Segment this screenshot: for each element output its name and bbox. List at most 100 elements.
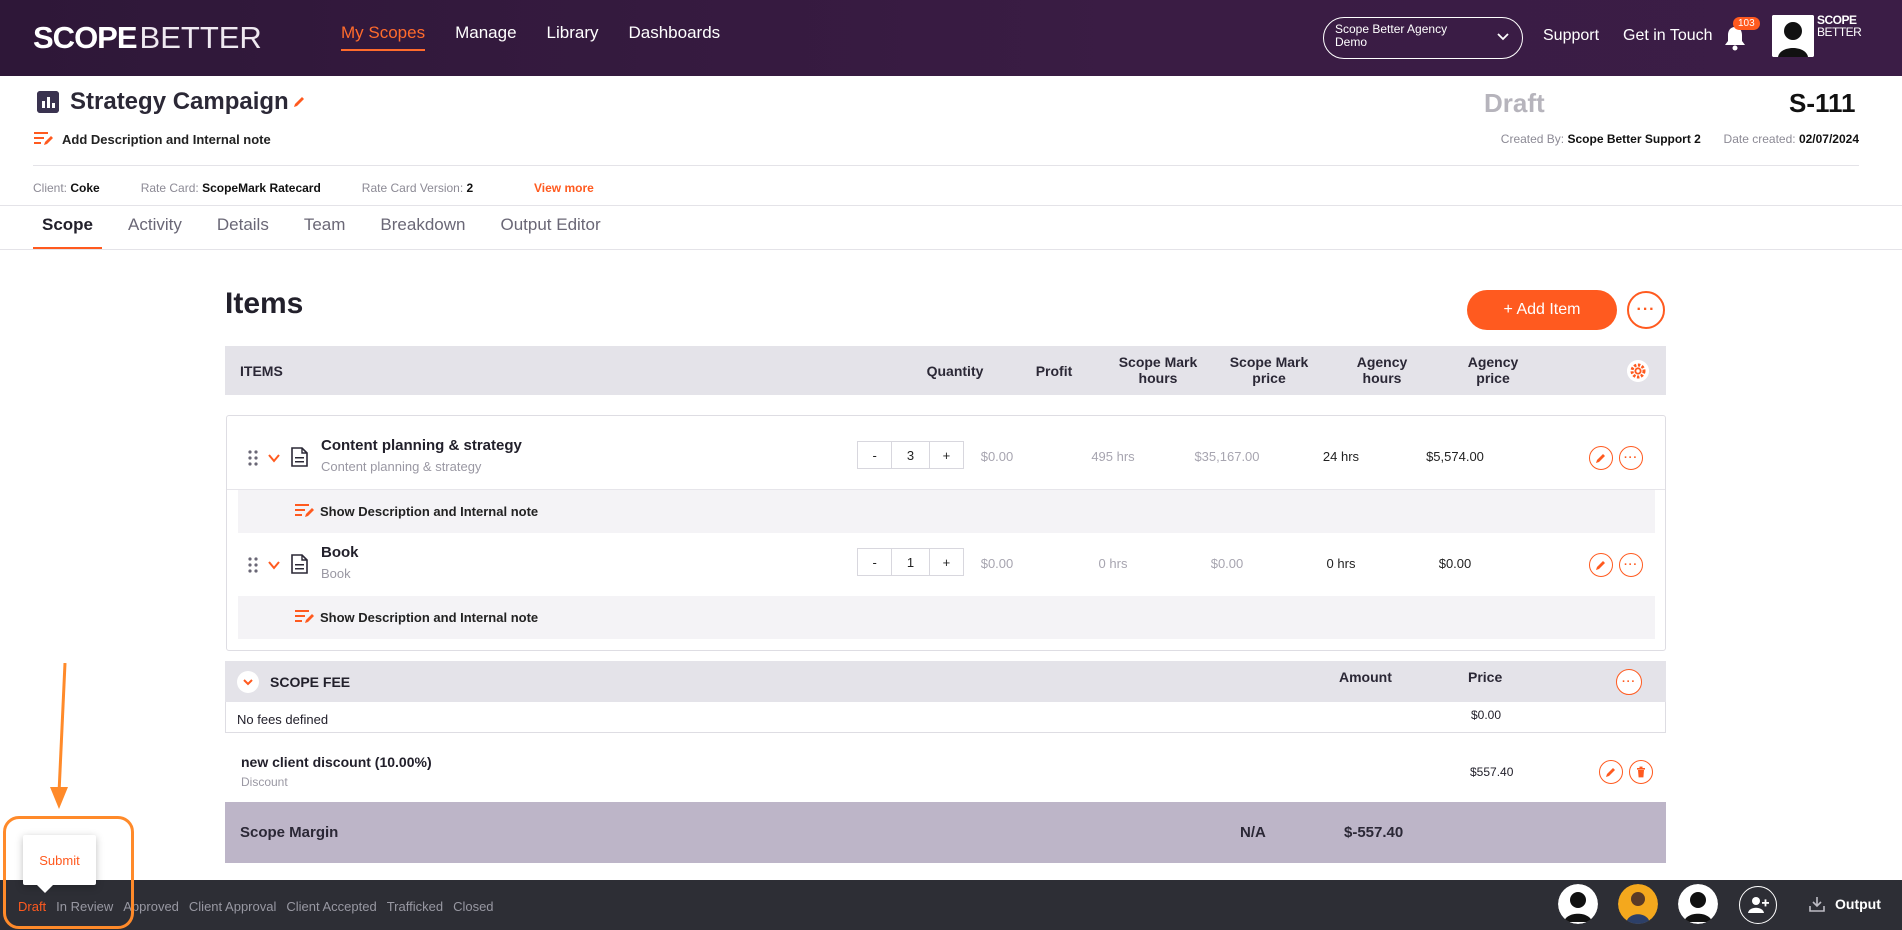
quantity-value[interactable]: 1 (891, 549, 929, 575)
gear-icon[interactable] (1627, 360, 1649, 382)
date-created-label: Date created: (1723, 132, 1796, 146)
pencil-icon (1596, 454, 1605, 463)
show-description-toggle[interactable]: Show Description and Internal note (238, 596, 1655, 639)
tab-breakdown[interactable]: Breakdown (371, 215, 474, 250)
nav-manage[interactable]: Manage (455, 23, 516, 51)
chevron-down-icon (1497, 33, 1509, 41)
scope-fee-header: SCOPE FEE Amount Price ··· (225, 661, 1666, 702)
drag-handle-icon[interactable] (248, 557, 258, 573)
notes-edit-icon (34, 132, 53, 145)
tab-team[interactable]: Team (295, 215, 355, 250)
tab-details[interactable]: Details (208, 215, 278, 250)
pencil-icon (1606, 768, 1615, 777)
rate-card-version-value: 2 (466, 181, 474, 195)
item-agency-hours: 0 hrs (1326, 556, 1356, 571)
output-button[interactable]: Output (1808, 895, 1881, 913)
items-heading: Items (225, 287, 304, 320)
col-quantity: Quantity (926, 363, 984, 379)
nav-my-scopes[interactable]: My Scopes (341, 23, 426, 51)
add-item-button[interactable]: + Add Item (1467, 290, 1617, 330)
agency-select-value: Scope Better Agency Demo (1335, 22, 1448, 49)
scope-fee-toggle[interactable] (237, 671, 259, 693)
fee-amount-header: Amount (1339, 669, 1392, 685)
item-profit: $0.00 (980, 556, 1014, 571)
more-icon: ··· (1624, 451, 1638, 464)
scope-fee-title: SCOPE FEE (270, 674, 351, 690)
date-created-value: 02/07/2024 (1798, 132, 1859, 146)
agency-select[interactable]: Scope Better Agency Demo (1323, 17, 1523, 59)
document-icon (291, 447, 308, 467)
item-more-button[interactable]: ··· (1619, 446, 1643, 470)
delete-discount-button[interactable] (1629, 760, 1653, 784)
submit-button[interactable]: Submit (23, 835, 96, 893)
agency-logo: SCOPE BETTER (1817, 14, 1862, 38)
workflow-step-client-accepted[interactable]: Client Accepted (286, 899, 376, 914)
quantity-stepper: - 3 + (857, 441, 964, 469)
col-agency-hours: Agency hours (1356, 354, 1408, 386)
tab-output-editor[interactable]: Output Editor (491, 215, 609, 250)
get-in-touch-link[interactable]: Get in Touch (1623, 27, 1713, 45)
workflow-step-in-review[interactable]: In Review (56, 899, 113, 914)
nav-dashboards[interactable]: Dashboards (629, 23, 721, 51)
workflow-step-draft[interactable]: Draft (18, 899, 46, 914)
item-more-button[interactable]: ··· (1619, 553, 1643, 577)
quantity-decrement-button[interactable]: - (858, 442, 891, 468)
add-description-link[interactable]: Add Description and Internal note (34, 131, 271, 147)
item-scopemark-hours: 495 hrs (1091, 449, 1135, 464)
add-user-button[interactable] (1739, 886, 1777, 924)
item-name: Book (321, 544, 359, 561)
pencil-icon (1596, 561, 1605, 570)
item-profit: $0.00 (980, 449, 1014, 464)
workflow-step-closed[interactable]: Closed (453, 899, 493, 914)
items-list: Content planning & strategy Content plan… (226, 415, 1666, 651)
chevron-down-icon[interactable] (267, 451, 281, 465)
scopebetter-logo[interactable]: SCOPE BETTER (33, 20, 262, 55)
add-user-icon (1748, 897, 1769, 913)
top-navbar: SCOPE BETTER My Scopes Manage Library Das… (0, 0, 1902, 76)
support-link[interactable]: Support (1543, 27, 1599, 45)
show-description-toggle[interactable]: Show Description and Internal note (238, 490, 1655, 533)
quantity-stepper: - 1 + (857, 548, 964, 576)
scope-fee-body: No fees defined $0.00 (225, 702, 1666, 733)
quantity-decrement-button[interactable]: - (858, 549, 891, 575)
edit-item-button[interactable] (1589, 553, 1613, 577)
items-more-button[interactable]: ··· (1627, 291, 1665, 329)
team-avatar[interactable] (1558, 884, 1598, 924)
discount-price: $557.40 (1470, 765, 1514, 779)
main-nav: My Scopes Manage Library Dashboards (341, 23, 720, 51)
items-table-header: ITEMS Quantity Profit Scope Mark hours S… (225, 346, 1666, 395)
chevron-down-icon[interactable] (267, 558, 281, 572)
edit-item-button[interactable] (1589, 446, 1613, 470)
team-avatar[interactable] (1678, 884, 1718, 924)
more-icon: ··· (1624, 558, 1638, 571)
item-scopemark-price: $35,167.00 (1194, 449, 1260, 464)
workflow-step-approved[interactable]: Approved (123, 899, 179, 914)
notification-badge: 103 (1733, 17, 1760, 30)
rate-card-value: ScopeMark Ratecard (202, 181, 321, 195)
item-subtitle: Content planning & strategy (321, 459, 482, 474)
drag-handle-icon[interactable] (248, 450, 258, 466)
edit-discount-button[interactable] (1599, 760, 1623, 784)
scope-status: Draft (1484, 88, 1545, 118)
view-more-link[interactable]: View more (534, 181, 594, 195)
edit-title-icon[interactable] (292, 95, 306, 109)
col-profit: Profit (1035, 363, 1073, 379)
workflow-step-client-approval[interactable]: Client Approval (189, 899, 276, 914)
scope-created-meta: Created By: Scope Better Support 2 Date … (1501, 132, 1859, 146)
notes-edit-icon (295, 610, 314, 623)
col-scopemark-hours: Scope Mark hours (1118, 354, 1198, 386)
fee-price-header: Price (1468, 669, 1503, 685)
fee-more-button[interactable]: ··· (1616, 669, 1642, 695)
quantity-value[interactable]: 3 (891, 442, 929, 468)
tab-scope[interactable]: Scope (33, 215, 103, 250)
notes-edit-icon (295, 504, 314, 517)
add-description-label: Add Description and Internal note (62, 131, 271, 147)
workflow-step-trafficked[interactable]: Trafficked (387, 899, 443, 914)
col-agency-price: Agency price (1467, 354, 1519, 386)
team-avatar[interactable] (1618, 884, 1658, 924)
nav-library[interactable]: Library (547, 23, 599, 51)
tab-activity[interactable]: Activity (119, 215, 191, 250)
item-name: Content planning & strategy (321, 437, 522, 454)
user-avatar[interactable] (1772, 15, 1814, 57)
rate-card-label: Rate Card: (140, 181, 199, 195)
